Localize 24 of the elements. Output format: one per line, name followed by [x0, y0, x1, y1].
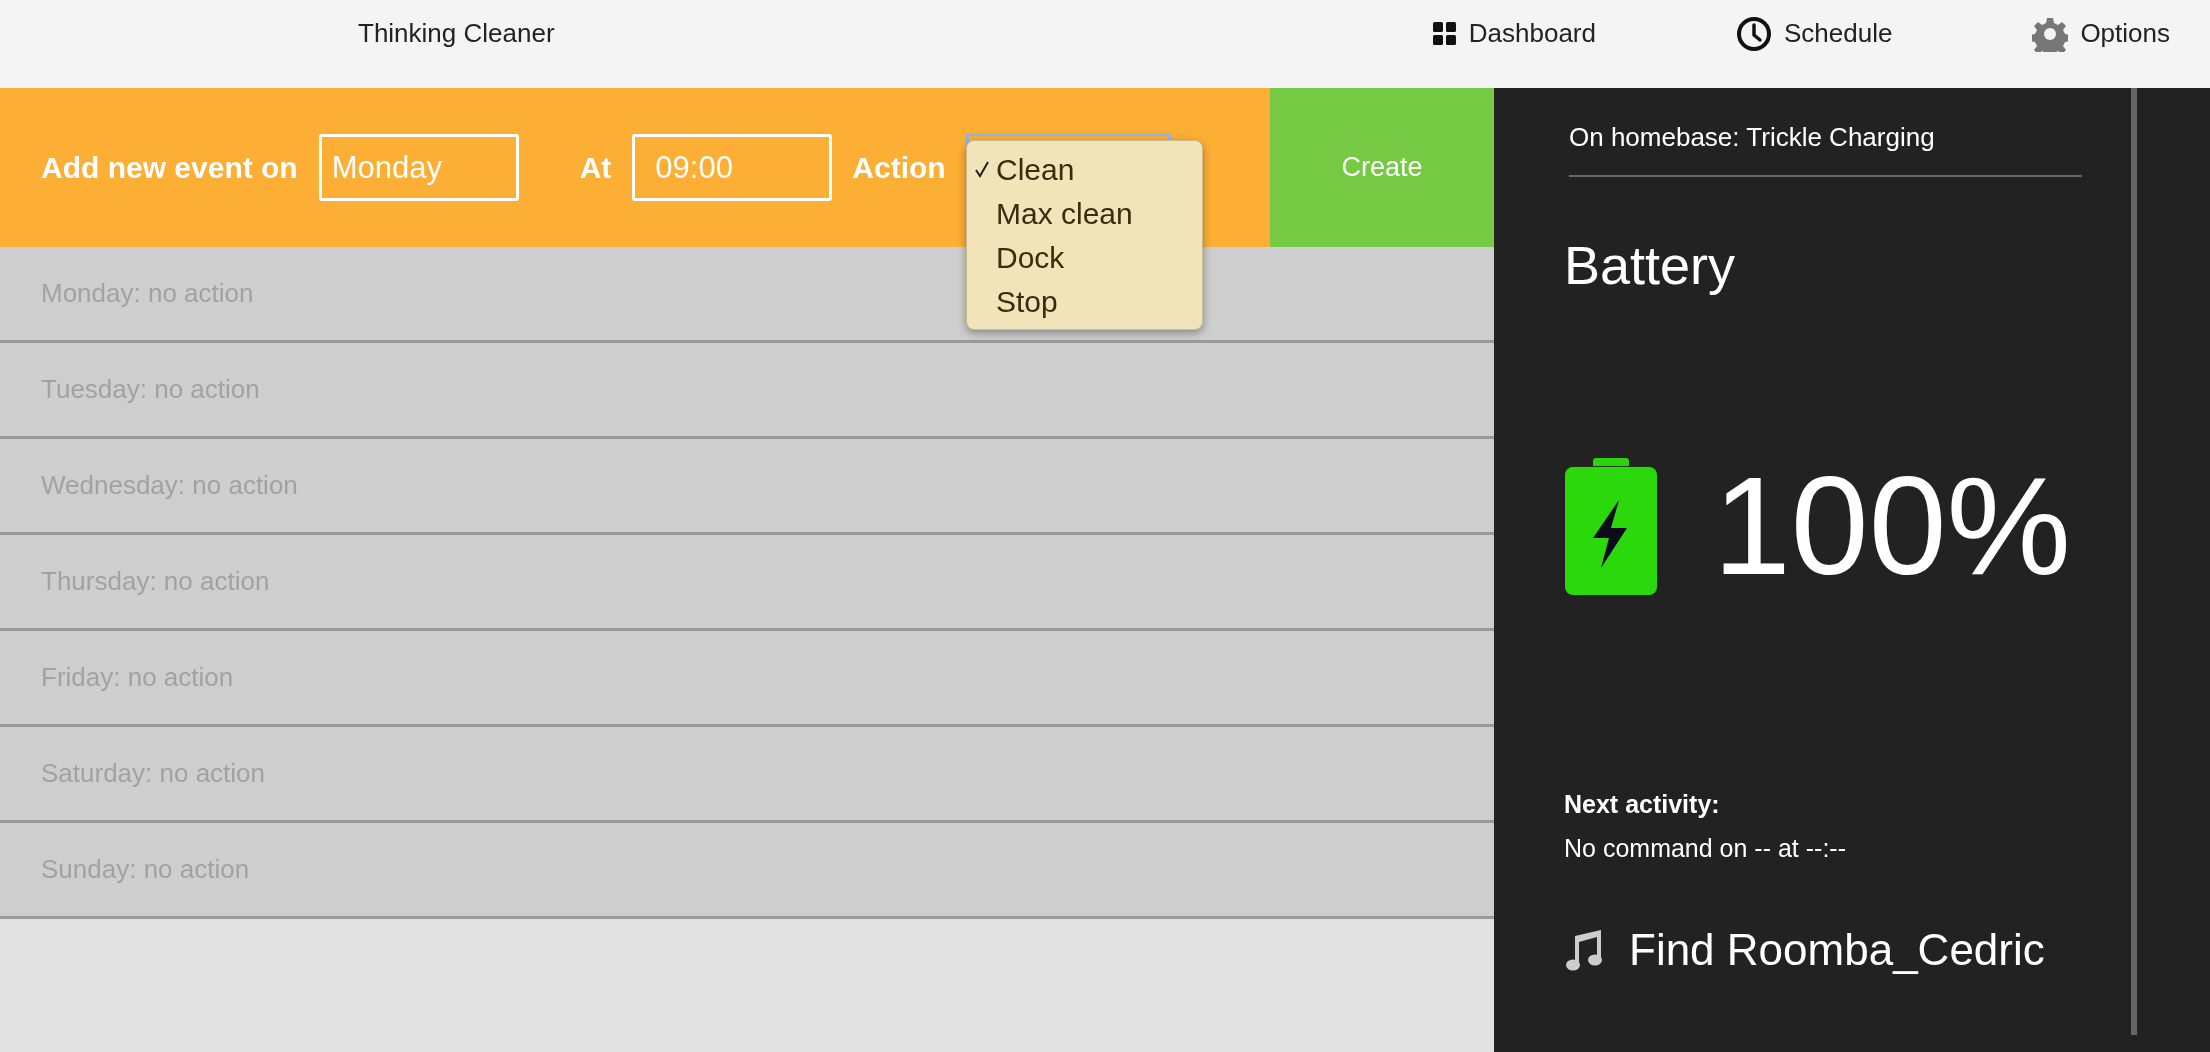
nav-link[interactable]: Schedule — [1735, 14, 1893, 53]
form-label: Add new event on — [41, 150, 298, 186]
form-label: Action — [852, 150, 946, 186]
next-activity-label: Next activity: — [1564, 789, 1721, 820]
next-activity-text: No command on -- at --:-- — [1564, 832, 1847, 864]
settings-icon — [2032, 15, 2069, 52]
status-text: On homebase: Trickle Charging — [1569, 88, 2082, 177]
form-label: At — [579, 150, 612, 186]
menu-item[interactable]: Stop — [967, 279, 1202, 323]
battery-icon — [1565, 457, 1657, 595]
battery-title: Battery — [1564, 234, 1737, 297]
battery-percentage: 100% — [1713, 456, 2072, 596]
menu-item[interactable]: Max clean — [967, 191, 1202, 235]
app-title: Thinking Cleaner — [358, 17, 555, 50]
nav-link[interactable]: Options — [2032, 14, 2170, 53]
nav-link[interactable]: Dashboard — [1432, 14, 1596, 53]
find-link[interactable]: Find Roomba_Cedric — [1565, 917, 2082, 983]
menu-item[interactable]: Clean — [967, 147, 1202, 191]
music-note-icon — [1565, 928, 1603, 972]
day-field[interactable]: Monday — [318, 134, 519, 201]
clock-icon — [1735, 15, 1772, 52]
create-button[interactable]: Create — [1270, 88, 1494, 247]
grid-icon — [1432, 21, 1457, 46]
time-field[interactable]: 09:00 — [632, 134, 833, 201]
